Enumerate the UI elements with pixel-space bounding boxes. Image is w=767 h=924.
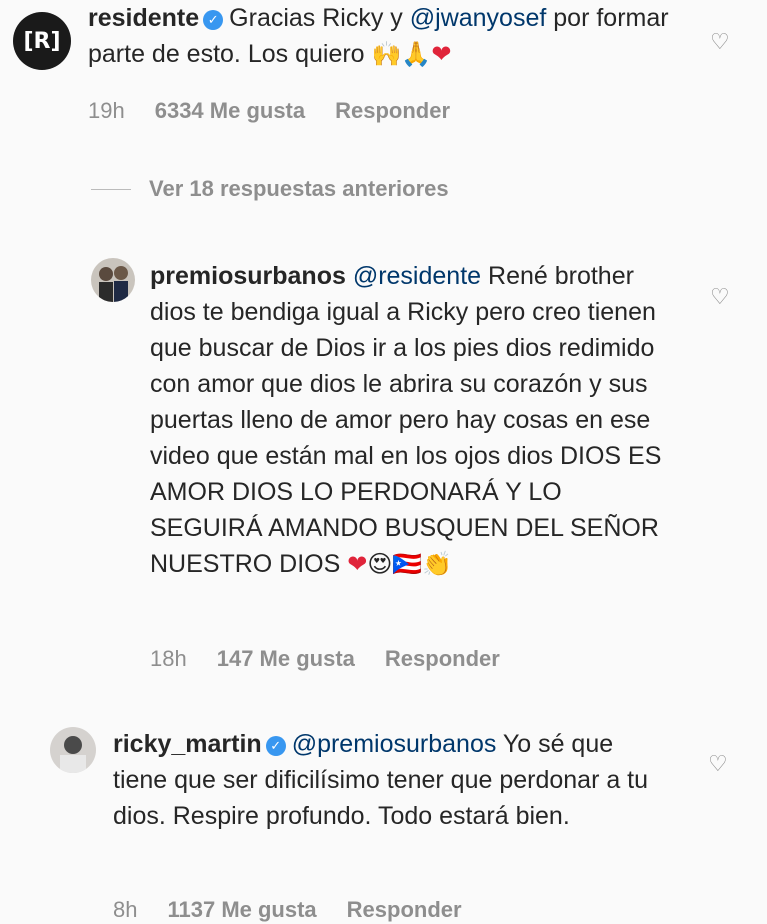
reply-button[interactable]: Responder (385, 646, 500, 671)
comment-meta-ricky-martin: 8h 1137 Me gusta Responder (113, 897, 492, 923)
raising-hands-emoji: 🙌 (371, 40, 402, 68)
comment-residente: residente ✓ Gracias Ricky y @jwanyosef por… (88, 0, 688, 72)
red-heart-emoji: ❤ (347, 550, 368, 578)
username-residente[interactable]: residente (88, 4, 199, 32)
mention-residente[interactable]: @residente (353, 262, 481, 290)
avatar-residente[interactable]: [R] (13, 12, 71, 70)
mention-premiosurbanos[interactable]: @premiosurbanos (292, 730, 497, 758)
mention-jwanyosef[interactable]: @jwanyosef (410, 4, 547, 32)
avatar-premiosurbanos[interactable] (91, 258, 135, 302)
avatar-logo-text: [R] (23, 28, 61, 54)
divider-line (91, 188, 131, 190)
view-replies-label: Ver 18 respuestas anteriores (149, 176, 449, 201)
reply-button[interactable]: Responder (347, 897, 462, 922)
comment-text: René brother dios te bendiga igual a Ric… (150, 262, 662, 578)
praying-hands-emoji: 🙏 (401, 40, 432, 68)
avatar-ricky-martin[interactable] (50, 727, 96, 773)
heart-eyes-emoji: 😍 (367, 550, 393, 578)
verified-icon: ✓ (265, 736, 286, 756)
heart-outline-icon[interactable]: ♡ (710, 30, 730, 55)
heart-outline-icon[interactable]: ♡ (708, 752, 728, 777)
username-ricky-martin[interactable]: ricky_martin (113, 730, 262, 758)
comment-meta-residente: 19h 6334 Me gusta Responder (88, 98, 480, 124)
comment-premiosurbanos: premiosurbanos @residente René brother d… (150, 258, 680, 582)
view-previous-replies-button[interactable]: Ver 18 respuestas anteriores (91, 176, 449, 202)
username-premiosurbanos[interactable]: premiosurbanos (150, 262, 346, 290)
comment-text: Gracias Ricky y (229, 4, 410, 32)
comment-meta-premiosurbanos: 18h 147 Me gusta Responder (150, 646, 530, 672)
likes-count[interactable]: 6334 Me gusta (155, 98, 305, 123)
red-heart-emoji: ❤ (431, 40, 452, 68)
avatar-photo-icon (60, 736, 86, 773)
comment-ricky-martin: ricky_martin ✓ @premiosurbanos Yo sé que t… (113, 726, 673, 834)
puerto-rico-flag-emoji: 🇵🇷 (392, 550, 423, 578)
timestamp: 18h (150, 646, 187, 671)
timestamp: 8h (113, 897, 138, 922)
avatar-photo-icon (99, 266, 128, 302)
clapping-hands-emoji: 👏 (422, 550, 453, 578)
timestamp: 19h (88, 98, 125, 123)
reply-button[interactable]: Responder (335, 98, 450, 123)
likes-count[interactable]: 1137 Me gusta (167, 897, 316, 922)
likes-count[interactable]: 147 Me gusta (217, 646, 355, 671)
verified-icon: ✓ (203, 10, 224, 30)
heart-outline-icon[interactable]: ♡ (710, 285, 730, 310)
